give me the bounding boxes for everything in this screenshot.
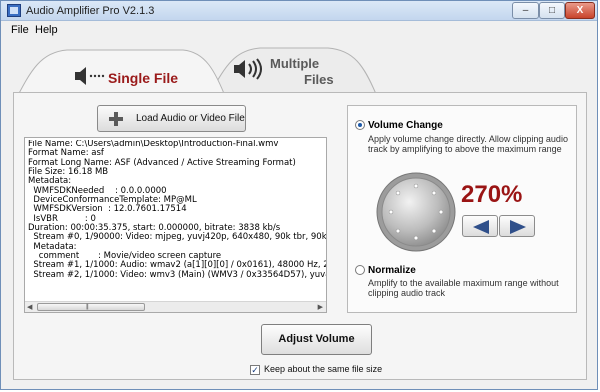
plus-icon bbox=[109, 112, 123, 126]
normalize-description: Amplify to the available maximum range w… bbox=[368, 278, 559, 298]
file-info-text: File Name: C:\Users\admin\Desktop\Introd… bbox=[28, 140, 327, 300]
speaker-quiet-icon bbox=[75, 67, 105, 85]
scroll-left-icon[interactable]: ◀ bbox=[27, 303, 32, 311]
close-button[interactable]: X bbox=[565, 2, 595, 19]
scroll-right-icon[interactable]: ▶ bbox=[318, 303, 323, 311]
title-bar: Audio Amplifier Pro V2.1.3 – □ X bbox=[1, 1, 597, 21]
keep-size-checkbox[interactable]: ✓ bbox=[250, 365, 260, 375]
decrease-volume-button[interactable] bbox=[462, 215, 498, 237]
window-title: Audio Amplifier Pro V2.1.3 bbox=[26, 5, 155, 17]
tab-strip: Multiple Files Single File bbox=[1, 38, 597, 102]
tab-single-label: Single File bbox=[108, 70, 179, 86]
tab-multiple-label-line1: Multiple bbox=[270, 56, 320, 71]
menu-bar: File Help bbox=[1, 22, 597, 38]
volume-change-title: Volume Change bbox=[368, 120, 443, 131]
volume-change-description: Apply volume change directly. Allow clip… bbox=[368, 134, 568, 154]
app-icon bbox=[7, 4, 21, 17]
volume-percent: 270% bbox=[461, 181, 523, 208]
maximize-button[interactable]: □ bbox=[539, 2, 565, 19]
volume-options-panel: Volume Change Apply volume change direct… bbox=[347, 105, 577, 313]
grip-icon: ||| bbox=[86, 304, 89, 310]
menu-file[interactable]: File bbox=[11, 24, 29, 36]
normalize-title: Normalize bbox=[368, 265, 416, 276]
volume-change-radio[interactable] bbox=[355, 120, 365, 130]
tab-multiple-label-line2: Files bbox=[304, 72, 334, 87]
load-file-label: Load Audio or Video File bbox=[136, 113, 245, 124]
speaker-loud-icon bbox=[234, 58, 262, 80]
single-file-panel: Load Audio or Video File File Name: C:\U… bbox=[13, 92, 587, 380]
normalize-radio[interactable] bbox=[355, 265, 365, 275]
file-info-line: File Size: 16.18 MB bbox=[28, 167, 109, 178]
load-file-button[interactable]: Load Audio or Video File bbox=[97, 105, 246, 132]
arrow-left-icon bbox=[473, 220, 489, 234]
scrollbar-thumb[interactable]: ||| bbox=[37, 303, 145, 311]
file-info-line: Stream #2, 1/1000: Video: wmv3 (Main) (W… bbox=[28, 269, 327, 280]
adjust-volume-button[interactable]: Adjust Volume bbox=[261, 324, 372, 355]
minimize-button[interactable]: – bbox=[512, 2, 539, 19]
volume-knob[interactable] bbox=[375, 171, 457, 253]
tab-multiple-files[interactable]: Multiple Files bbox=[208, 44, 378, 94]
keep-size-label: Keep about the same file size bbox=[264, 364, 383, 374]
menu-help[interactable]: Help bbox=[35, 24, 58, 36]
arrow-right-icon bbox=[510, 220, 526, 234]
increase-volume-button[interactable] bbox=[499, 215, 535, 237]
file-info-box[interactable]: File Name: C:\Users\admin\Desktop\Introd… bbox=[24, 137, 327, 313]
horizontal-scrollbar[interactable]: ◀ ||| ▶ bbox=[25, 301, 326, 312]
app-window: Audio Amplifier Pro V2.1.3 – □ X File He… bbox=[0, 0, 598, 390]
volume-stepper bbox=[462, 215, 538, 240]
